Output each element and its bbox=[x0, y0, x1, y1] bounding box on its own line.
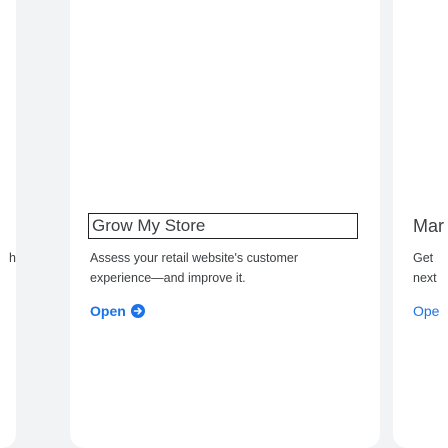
tool-card-right[interactable]: Mar Get next Ope bbox=[393, 0, 448, 448]
card-carousel: h Grow My Store Assess your retail websi… bbox=[0, 0, 448, 448]
tool-card-grow-my-store[interactable]: Grow My Store Assess your retail website… bbox=[70, 0, 380, 448]
card-description: Get next bbox=[413, 248, 448, 288]
card-title: Mar bbox=[413, 216, 444, 236]
tool-card-left[interactable]: h bbox=[0, 0, 16, 448]
card-description: Assess your retail website's customer ex… bbox=[90, 251, 299, 285]
card-title[interactable]: Grow My Store bbox=[88, 213, 358, 239]
card-description-line: next bbox=[413, 271, 437, 285]
open-link[interactable]: Ope bbox=[413, 302, 439, 320]
card-description-line: Get bbox=[413, 251, 434, 265]
open-link[interactable]: Open bbox=[90, 302, 145, 320]
arrow-right-circle-icon bbox=[130, 304, 145, 318]
open-link-label: Open bbox=[90, 303, 126, 319]
card-description: h bbox=[9, 251, 16, 265]
